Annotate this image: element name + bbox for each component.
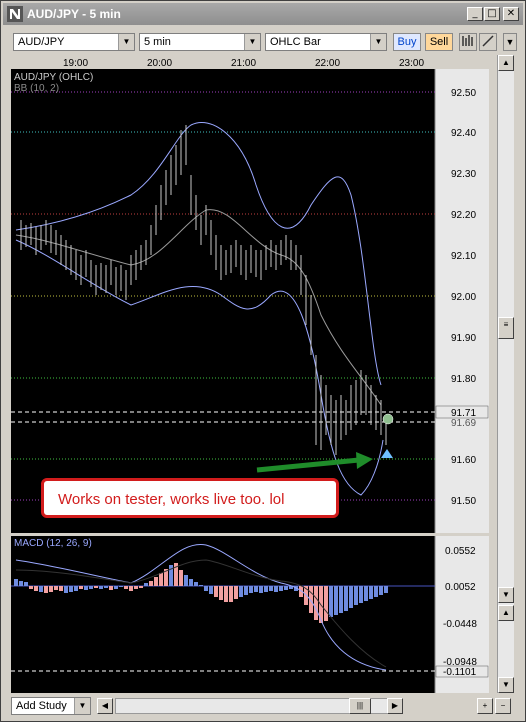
scroll-left-icon[interactable]: ◀ (97, 698, 113, 714)
add-study-label: Add Study (16, 700, 67, 712)
order-marker-icon[interactable] (382, 413, 394, 425)
price-tick: 91.50 (451, 496, 476, 507)
bottom-bar: Add Study ▼ ◀ ||| ▶ + − (11, 697, 515, 717)
price-tick: 91.80 (451, 374, 476, 385)
macd-panel: MACD (12, 26, 9) 0.0552 0.0052 -0.0448 -… (11, 538, 489, 678)
annotation-text: Works on tester, works live too. lol (58, 491, 285, 508)
annotation-callout: Works on tester, works live too. lol (41, 478, 339, 518)
time-tick: 20:00 (147, 58, 172, 69)
timeframe-select[interactable]: 5 min ▼ (139, 33, 261, 51)
macd-tick: 0.0052 (445, 582, 476, 593)
price-tick: 92.00 (451, 292, 476, 303)
chart-toolbar: AUD/JPY ▼ 5 min ▼ OHLC Bar ▼ Buy Sell ▼ (3, 29, 523, 55)
symbol-select[interactable]: AUD/JPY ▼ (13, 33, 135, 51)
scroll-thumb[interactable]: ≡ (498, 317, 514, 339)
scroll-right-icon[interactable]: ▶ (387, 698, 403, 714)
time-tick: 22:00 (315, 58, 340, 69)
macd-histogram (14, 563, 388, 623)
ohlc-bars (20, 125, 387, 455)
price-tick: 92.50 (451, 88, 476, 99)
chevron-down-icon[interactable]: ▼ (244, 34, 260, 50)
annotation-arrow-icon (256, 452, 373, 473)
macd-tick: -0.0448 (443, 619, 477, 630)
indicator-label: BB (10, 2) (14, 83, 59, 94)
price-tick: 92.10 (451, 251, 476, 262)
price-tick: 92.30 (451, 169, 476, 180)
chevron-down-icon[interactable]: ▼ (118, 34, 134, 50)
buy-signal-icon[interactable] (381, 449, 393, 458)
timeframe-value: 5 min (144, 36, 171, 48)
time-tick: 23:00 (399, 58, 424, 69)
time-tick: 21:00 (231, 58, 256, 69)
scroll-up-icon[interactable]: ▲ (498, 605, 514, 621)
scroll-down-icon[interactable]: ▼ (498, 677, 514, 693)
price-tick: 91.90 (451, 333, 476, 344)
zoom-in-icon[interactable]: + (477, 698, 493, 714)
zoom-out-icon[interactable]: − (495, 698, 511, 714)
series-label: AUD/JPY (OHLC) (14, 72, 93, 83)
price-tick: 92.40 (451, 128, 476, 139)
maximize-icon[interactable]: □ (484, 7, 500, 21)
macd-tick: -0.1101 (443, 667, 477, 678)
minimize-icon[interactable]: _ (467, 7, 483, 21)
sell-button[interactable]: Sell (425, 33, 453, 51)
chart-canvas[interactable]: 19:00 20:00 21:00 22:00 23:00 92.50 92.4… (11, 55, 489, 693)
chevron-down-icon[interactable]: ▼ (74, 698, 90, 714)
title-bar[interactable]: AUD/JPY - 5 min _ □ ✕ (3, 3, 523, 25)
toolbar-scroll-down-icon[interactable]: ▼ (503, 33, 517, 51)
studies-icon[interactable] (459, 33, 477, 51)
price-tick: 92.20 (451, 210, 476, 221)
chart-window: AUD/JPY - 5 min _ □ ✕ AUD/JPY ▼ 5 min ▼ … (0, 0, 526, 722)
window-title: AUD/JPY - 5 min (27, 7, 121, 21)
scroll-down-icon[interactable]: ▼ (498, 587, 514, 603)
chart-type-value: OHLC Bar (270, 36, 321, 48)
close-icon[interactable]: ✕ (503, 7, 519, 21)
price-tick: 91.60 (451, 455, 476, 466)
chart-type-select[interactable]: OHLC Bar ▼ (265, 33, 387, 51)
vertical-scrollbar[interactable]: ▲ ≡ ▼ ▲ ▼ (497, 55, 514, 693)
draw-line-icon[interactable] (479, 33, 497, 51)
chevron-down-icon[interactable]: ▼ (370, 34, 386, 50)
macd-label: MACD (12, 26, 9) (14, 538, 92, 549)
macd-tick: 0.0552 (445, 546, 476, 557)
symbol-value: AUD/JPY (18, 36, 65, 48)
cursor-price-tag: 91.69 (451, 418, 476, 429)
bollinger-bands (15, 122, 384, 496)
time-tick: 19:00 (63, 58, 88, 69)
buy-button[interactable]: Buy (393, 33, 421, 51)
add-study-select[interactable]: Add Study ▼ (11, 697, 91, 715)
app-logo-icon (7, 6, 23, 22)
hscroll-thumb[interactable]: ||| (349, 698, 371, 714)
scroll-up-icon[interactable]: ▲ (498, 55, 514, 71)
